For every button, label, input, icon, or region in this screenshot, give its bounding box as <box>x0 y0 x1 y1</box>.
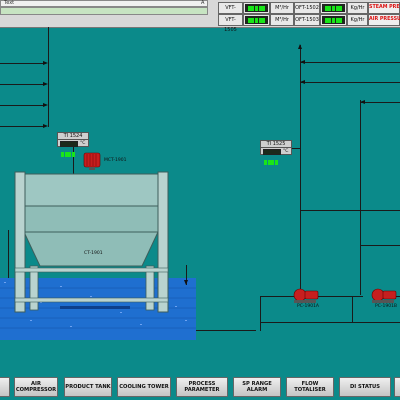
arrow-up-icon <box>298 44 302 49</box>
message-status-strip <box>0 7 208 15</box>
readout-unit-vft1505: M³/Hr <box>270 14 294 26</box>
arrow-right-icon <box>43 61 48 65</box>
outlet-line-2 <box>300 82 400 83</box>
return-line-1 <box>300 210 400 211</box>
temperature-indicator-ti1525[interactable]: TI 1525 °C <box>260 140 292 165</box>
inlet-pipe-4 <box>0 126 44 127</box>
ti1525-value-row: °C <box>261 148 291 165</box>
digital-display <box>322 16 345 24</box>
inlet-pipe-3 <box>0 105 44 106</box>
readout-value-oft1503 <box>320 14 347 26</box>
readout-tag-vft1505: VFT-1505 <box>218 14 243 33</box>
nav-button-prev[interactable] <box>0 377 10 397</box>
readout-value-vft1501 <box>243 2 270 14</box>
readout-value-oft1502 <box>320 2 347 14</box>
right-riser-pipe <box>360 100 361 295</box>
ti1525-unit: °C <box>283 149 289 154</box>
ti1525-tag: TI 1525 <box>261 141 291 148</box>
readout-tag-oft1502: OFT-1502 <box>294 2 320 14</box>
digital-display <box>263 148 281 165</box>
suction-riser <box>260 296 261 331</box>
message-flag: A <box>201 0 205 6</box>
arrow-left-icon <box>300 60 305 64</box>
nav-process-parameter[interactable]: PROCESS PARAMETER <box>176 377 228 397</box>
arrow-right-icon <box>43 124 48 128</box>
motor-icon[interactable] <box>82 152 102 170</box>
pump-a-icon[interactable] <box>290 286 320 304</box>
alarm-air-pressure[interactable]: AIR PRESSURE <box>368 14 400 26</box>
inlet-pipe-2 <box>0 84 44 85</box>
readout-unit-vft1501: M³/Hr <box>270 2 294 14</box>
pump-a-label: PC-1901A <box>297 304 320 309</box>
arrow-right-icon <box>43 103 48 107</box>
ti1524-unit: °C <box>80 141 86 146</box>
sensor-line <box>292 148 300 149</box>
readout-tag-oft1503: OFT-1503 <box>294 14 320 26</box>
left-header-pipe <box>48 27 49 127</box>
nav-button-next[interactable] <box>394 377 400 397</box>
arrow-left-icon <box>360 100 365 104</box>
arrow-right-icon <box>43 82 48 86</box>
digital-display <box>245 16 268 24</box>
outlet-line-3 <box>360 102 400 103</box>
nav-product-tank[interactable]: PRODUCT TANK <box>64 377 112 397</box>
readout-unit-oft1503: Kg/Hr <box>347 14 368 26</box>
temperature-indicator-ti1524[interactable]: TI 1524 °C <box>57 132 89 157</box>
digital-display <box>322 4 345 12</box>
suction-header <box>260 322 400 323</box>
nav-di-status[interactable]: DI STATUS <box>339 377 391 397</box>
basin-outlet-pipe <box>196 330 256 331</box>
digital-display <box>60 140 78 157</box>
tower-label: CT-1901 <box>84 251 103 256</box>
nav-air-compressor[interactable]: AIR COMPRESSOR <box>14 377 58 397</box>
pump-a-discharge <box>318 296 363 297</box>
nav-sp-range-alarm[interactable]: SP RANGE ALARM <box>233 377 281 397</box>
readout-value-vft1505 <box>243 14 270 26</box>
arrow-down-icon <box>184 280 188 285</box>
motor-label: MCT-1901 <box>104 158 127 163</box>
nav-flow-totaliser[interactable]: FLOW TOTALISER <box>286 377 334 397</box>
readout-tag-vft1501: VFT-1501 <box>218 2 243 21</box>
nav-cooling-tower[interactable]: COOLING TOWER <box>117 377 171 397</box>
cooling-tower[interactable] <box>0 170 200 345</box>
ti1524-tag: TI 1524 <box>58 133 88 140</box>
return-line-2 <box>360 245 400 246</box>
message-text: Text <box>4 0 15 6</box>
ti1524-value-row: °C <box>58 140 88 157</box>
outlet-line-1 <box>300 62 400 63</box>
digital-display <box>245 4 268 12</box>
inlet-pipe-1 <box>0 63 44 64</box>
alarm-steam-pressure[interactable]: STEAM PRESSURE <box>368 2 400 14</box>
arrow-left-icon <box>300 80 305 84</box>
pump-b-label: PC-1901B <box>375 304 398 309</box>
pump-b-icon[interactable] <box>368 286 398 304</box>
readout-unit-oft1502: Kg/Hr <box>347 2 368 14</box>
pump-b-suction <box>352 296 353 322</box>
message-box: Text A <box>0 0 208 7</box>
